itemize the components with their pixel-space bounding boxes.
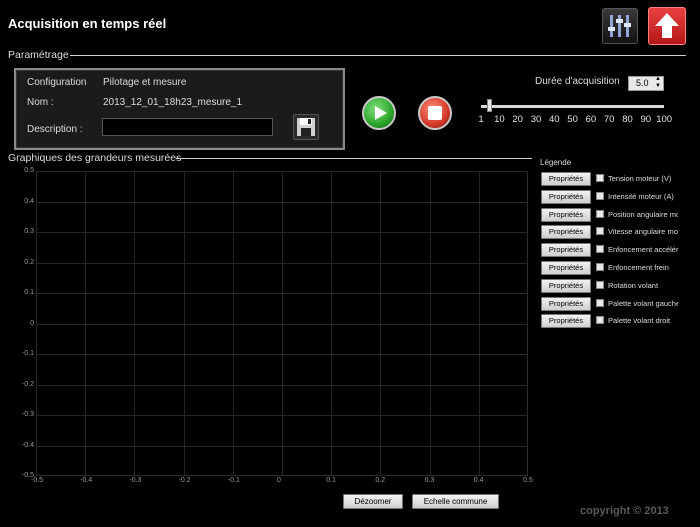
legend-checkbox[interactable] — [596, 227, 604, 236]
duree-value: 5.0 — [636, 78, 649, 88]
legend-checkbox[interactable] — [596, 209, 604, 218]
plot-area[interactable] — [36, 171, 528, 476]
proprietes-button[interactable]: Propriétés — [541, 172, 591, 186]
x-tick-label: -0.4 — [80, 477, 93, 484]
description-input[interactable] — [102, 118, 273, 136]
slider-tick-label: 80 — [622, 114, 633, 125]
x-tick-label: -0.3 — [129, 477, 142, 484]
proprietes-button[interactable]: Propriétés — [541, 261, 591, 275]
configuration-value: Pilotage et mesure — [103, 77, 187, 88]
echelle-commune-button[interactable]: Echelle commune — [412, 494, 499, 509]
x-tick-label: 0.4 — [473, 477, 484, 484]
y-tick-label: -0.1 — [21, 350, 34, 357]
duree-spinbox[interactable]: 5.0 ▲ ▼ — [628, 76, 664, 91]
legend-checkbox[interactable] — [596, 174, 604, 182]
y-tick-label: 0.4 — [24, 197, 34, 205]
proprietes-button[interactable]: Propriétés — [541, 314, 591, 329]
proprietes-button[interactable]: Propriétés — [541, 278, 591, 293]
duree-slider-thumb[interactable] — [487, 99, 492, 112]
x-tick-label: 0.1 — [326, 477, 336, 484]
spin-arrows-icon[interactable]: ▲ ▼ — [655, 76, 661, 90]
legend-item-label: Enfoncement frein — [608, 263, 669, 272]
proprietes-button[interactable]: Propriétés — [541, 296, 591, 311]
legende-title: Légende — [540, 158, 572, 167]
save-icon[interactable] — [293, 114, 319, 140]
nom-value: 2013_12_01_18h23_mesure_1 — [103, 97, 243, 108]
graph-section-label: Graphiques des grandeurs mesurées — [8, 152, 182, 164]
x-tick-label: 0 — [277, 477, 281, 484]
legend-item-label: Tension moteur (V) — [608, 174, 672, 183]
duree-slider-track[interactable] — [481, 105, 664, 108]
slider-tick-label: 20 — [512, 114, 523, 125]
legend-item-label: Vitesse angulaire mot — [608, 227, 678, 237]
x-tick-label: 0.3 — [424, 477, 435, 484]
x-tick-label: 0.2 — [375, 477, 386, 484]
y-tick-label: 0.1 — [24, 289, 34, 296]
description-label: Description : — [27, 124, 83, 135]
duree-label: Durée d'acquisition — [535, 76, 620, 87]
x-tick-label: -0.2 — [178, 477, 191, 484]
window-title: Acquisition en temps réel — [8, 16, 167, 31]
legend-item-label: Palette volant droit — [608, 316, 671, 326]
copyright-text: copyright © 2013 — [580, 505, 669, 517]
y-tick-label: 0 — [30, 319, 34, 327]
dezoomer-button[interactable]: Dézoomer — [343, 494, 403, 509]
legend-checkbox[interactable] — [596, 245, 604, 254]
slider-tick-label: 10 — [494, 114, 505, 125]
y-tick-label: -0.3 — [21, 411, 34, 418]
slider-tick-label: 60 — [585, 114, 597, 125]
y-tick-label: 0.5 — [24, 167, 34, 174]
legend-checkbox[interactable] — [596, 191, 604, 200]
parametrage-divider — [70, 55, 686, 56]
nom-label: Nom : — [27, 97, 54, 108]
slider-tick-label: 100 — [656, 114, 673, 125]
proprietes-button[interactable]: Propriétés — [541, 243, 591, 258]
slider-tick-label: 90 — [640, 114, 652, 125]
y-tick-label: 0.2 — [24, 258, 34, 266]
y-tick-label: -0.4 — [21, 441, 34, 449]
x-tick-label: 0.5 — [523, 477, 533, 484]
y-tick-label: 0.3 — [24, 228, 34, 235]
legend-checkbox[interactable] — [596, 280, 604, 289]
slider-tick-label: 30 — [530, 114, 542, 125]
legend-item-label: Position angulaire mo — [608, 209, 678, 219]
legend-checkbox[interactable] — [596, 263, 604, 271]
x-tick-label: -0.1 — [227, 477, 240, 484]
slider-tick-label: 1 — [478, 114, 484, 125]
x-tick-label: -0.5 — [31, 477, 44, 484]
parametrage-section-label: Paramétrage — [8, 49, 69, 61]
legend-item-label: Rotation volant — [608, 280, 659, 290]
y-tick-label: -0.2 — [21, 380, 34, 388]
slider-tick-label: 50 — [567, 114, 578, 125]
legend-item-label: Intensité moteur (A) — [608, 191, 674, 201]
slider-tick-label: 70 — [603, 114, 615, 125]
legend-checkbox[interactable] — [596, 316, 604, 325]
upload-arrow-icon[interactable] — [648, 7, 686, 45]
legend-item-label: Enfoncement accéléra — [608, 245, 678, 255]
graph-divider — [176, 158, 532, 159]
proprietes-button[interactable]: Propriétés — [541, 207, 591, 222]
plot-grid — [36, 171, 528, 476]
configuration-label: Configuration — [27, 77, 87, 88]
settings-sliders-icon[interactable] — [602, 8, 638, 44]
legend-checkbox[interactable] — [596, 298, 604, 307]
legend-item-label: Palette volant gauche — [608, 298, 678, 308]
proprietes-button[interactable]: Propriétés — [541, 225, 591, 240]
stop-button[interactable] — [418, 96, 452, 130]
slider-tick-label: 40 — [549, 114, 560, 125]
play-button[interactable] — [362, 96, 396, 130]
proprietes-button[interactable]: Propriétés — [541, 189, 591, 204]
